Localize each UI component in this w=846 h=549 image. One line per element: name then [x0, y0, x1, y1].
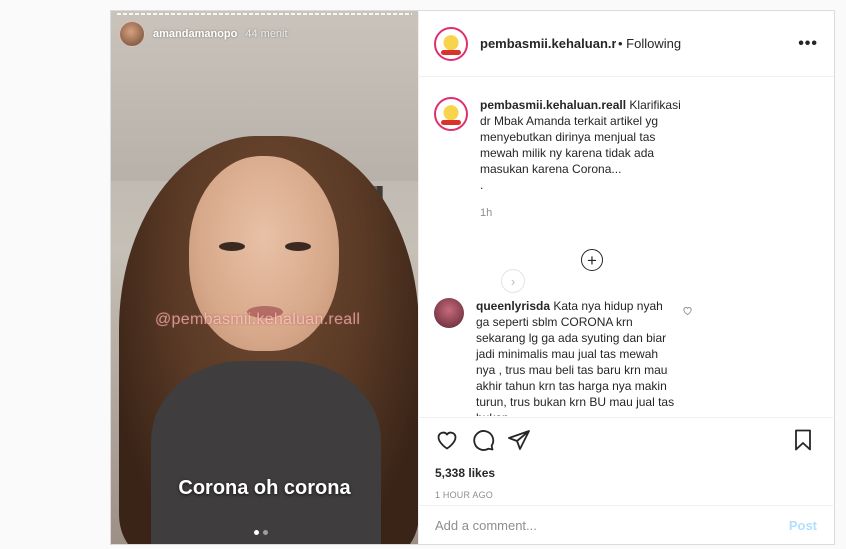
carousel-dots: [254, 530, 268, 535]
logo-icon: [438, 101, 464, 127]
caption-avatar[interactable]: [434, 97, 468, 131]
load-more-comments-button[interactable]: +: [581, 249, 603, 271]
chevron-right-icon: ›: [510, 273, 516, 289]
story-progress-bar: [117, 13, 412, 15]
story-caption: Corona oh corona: [178, 477, 351, 499]
more-options-icon[interactable]: •••: [798, 35, 818, 53]
account-avatar[interactable]: [434, 26, 468, 61]
caption-dot: .: [480, 178, 484, 192]
comments-list[interactable]: pembasmii.kehaluan.reall Klarifikasi dr …: [419, 78, 833, 416]
logo-icon: [438, 30, 464, 57]
following-status[interactable]: • Following: [618, 36, 681, 51]
comment-avatar[interactable]: [434, 298, 464, 328]
post-actions: 5,338 likes 1 HOUR AGO: [419, 417, 833, 505]
story-header: amandamanopo 44 menit: [119, 21, 288, 47]
bookmark-icon[interactable]: [791, 428, 817, 454]
page: amandamanopo 44 menit @pembasmii.kehalua…: [0, 0, 846, 549]
comment-username[interactable]: queenlyrisda: [476, 299, 550, 313]
watermark-text: @pembasmii.kehaluan.reall: [155, 311, 361, 328]
story-time: 44 menit: [245, 28, 288, 40]
story-media[interactable]: amandamanopo 44 menit @pembasmii.kehalua…: [111, 11, 418, 544]
post-timestamp[interactable]: 1 HOUR AGO: [435, 490, 817, 500]
carousel-dot: [263, 530, 268, 535]
post-sidebar: pembasmii.kehaluan.re • Following ••• pe…: [418, 11, 834, 544]
caption-username[interactable]: pembasmii.kehaluan.reall: [480, 98, 626, 112]
next-arrow-button[interactable]: ›: [501, 269, 525, 293]
carousel-dot-active: [254, 530, 259, 535]
post-comment-button[interactable]: Post: [789, 518, 817, 533]
header-username[interactable]: pembasmii.kehaluan.re: [480, 36, 616, 51]
person-shirt: [151, 361, 381, 544]
caption-row: pembasmii.kehaluan.reall Klarifikasi dr …: [434, 97, 690, 221]
likes-count[interactable]: 5,338 likes: [435, 466, 817, 480]
share-paper-plane-icon[interactable]: [507, 428, 533, 454]
comment-text: Kata nya hidup nyah ga seperti sblm CORO…: [476, 299, 675, 416]
story-username[interactable]: amandamanopo: [153, 28, 237, 40]
story-image: [111, 11, 418, 544]
comment-item: queenlyrisda Kata nya hidup nyah ga sepe…: [434, 298, 676, 416]
like-heart-icon[interactable]: [435, 428, 461, 454]
plus-icon: +: [587, 250, 597, 270]
add-comment-bar: Post: [419, 505, 833, 544]
post-modal: amandamanopo 44 menit @pembasmii.kehalua…: [110, 10, 835, 545]
comment-bubble-icon[interactable]: [471, 428, 497, 454]
add-comment-input[interactable]: [435, 517, 789, 533]
post-header: pembasmii.kehaluan.re • Following •••: [419, 11, 834, 77]
caption-time[interactable]: 1h: [480, 205, 690, 221]
story-avatar[interactable]: [119, 21, 145, 47]
comment-like-heart-icon[interactable]: [682, 305, 693, 319]
